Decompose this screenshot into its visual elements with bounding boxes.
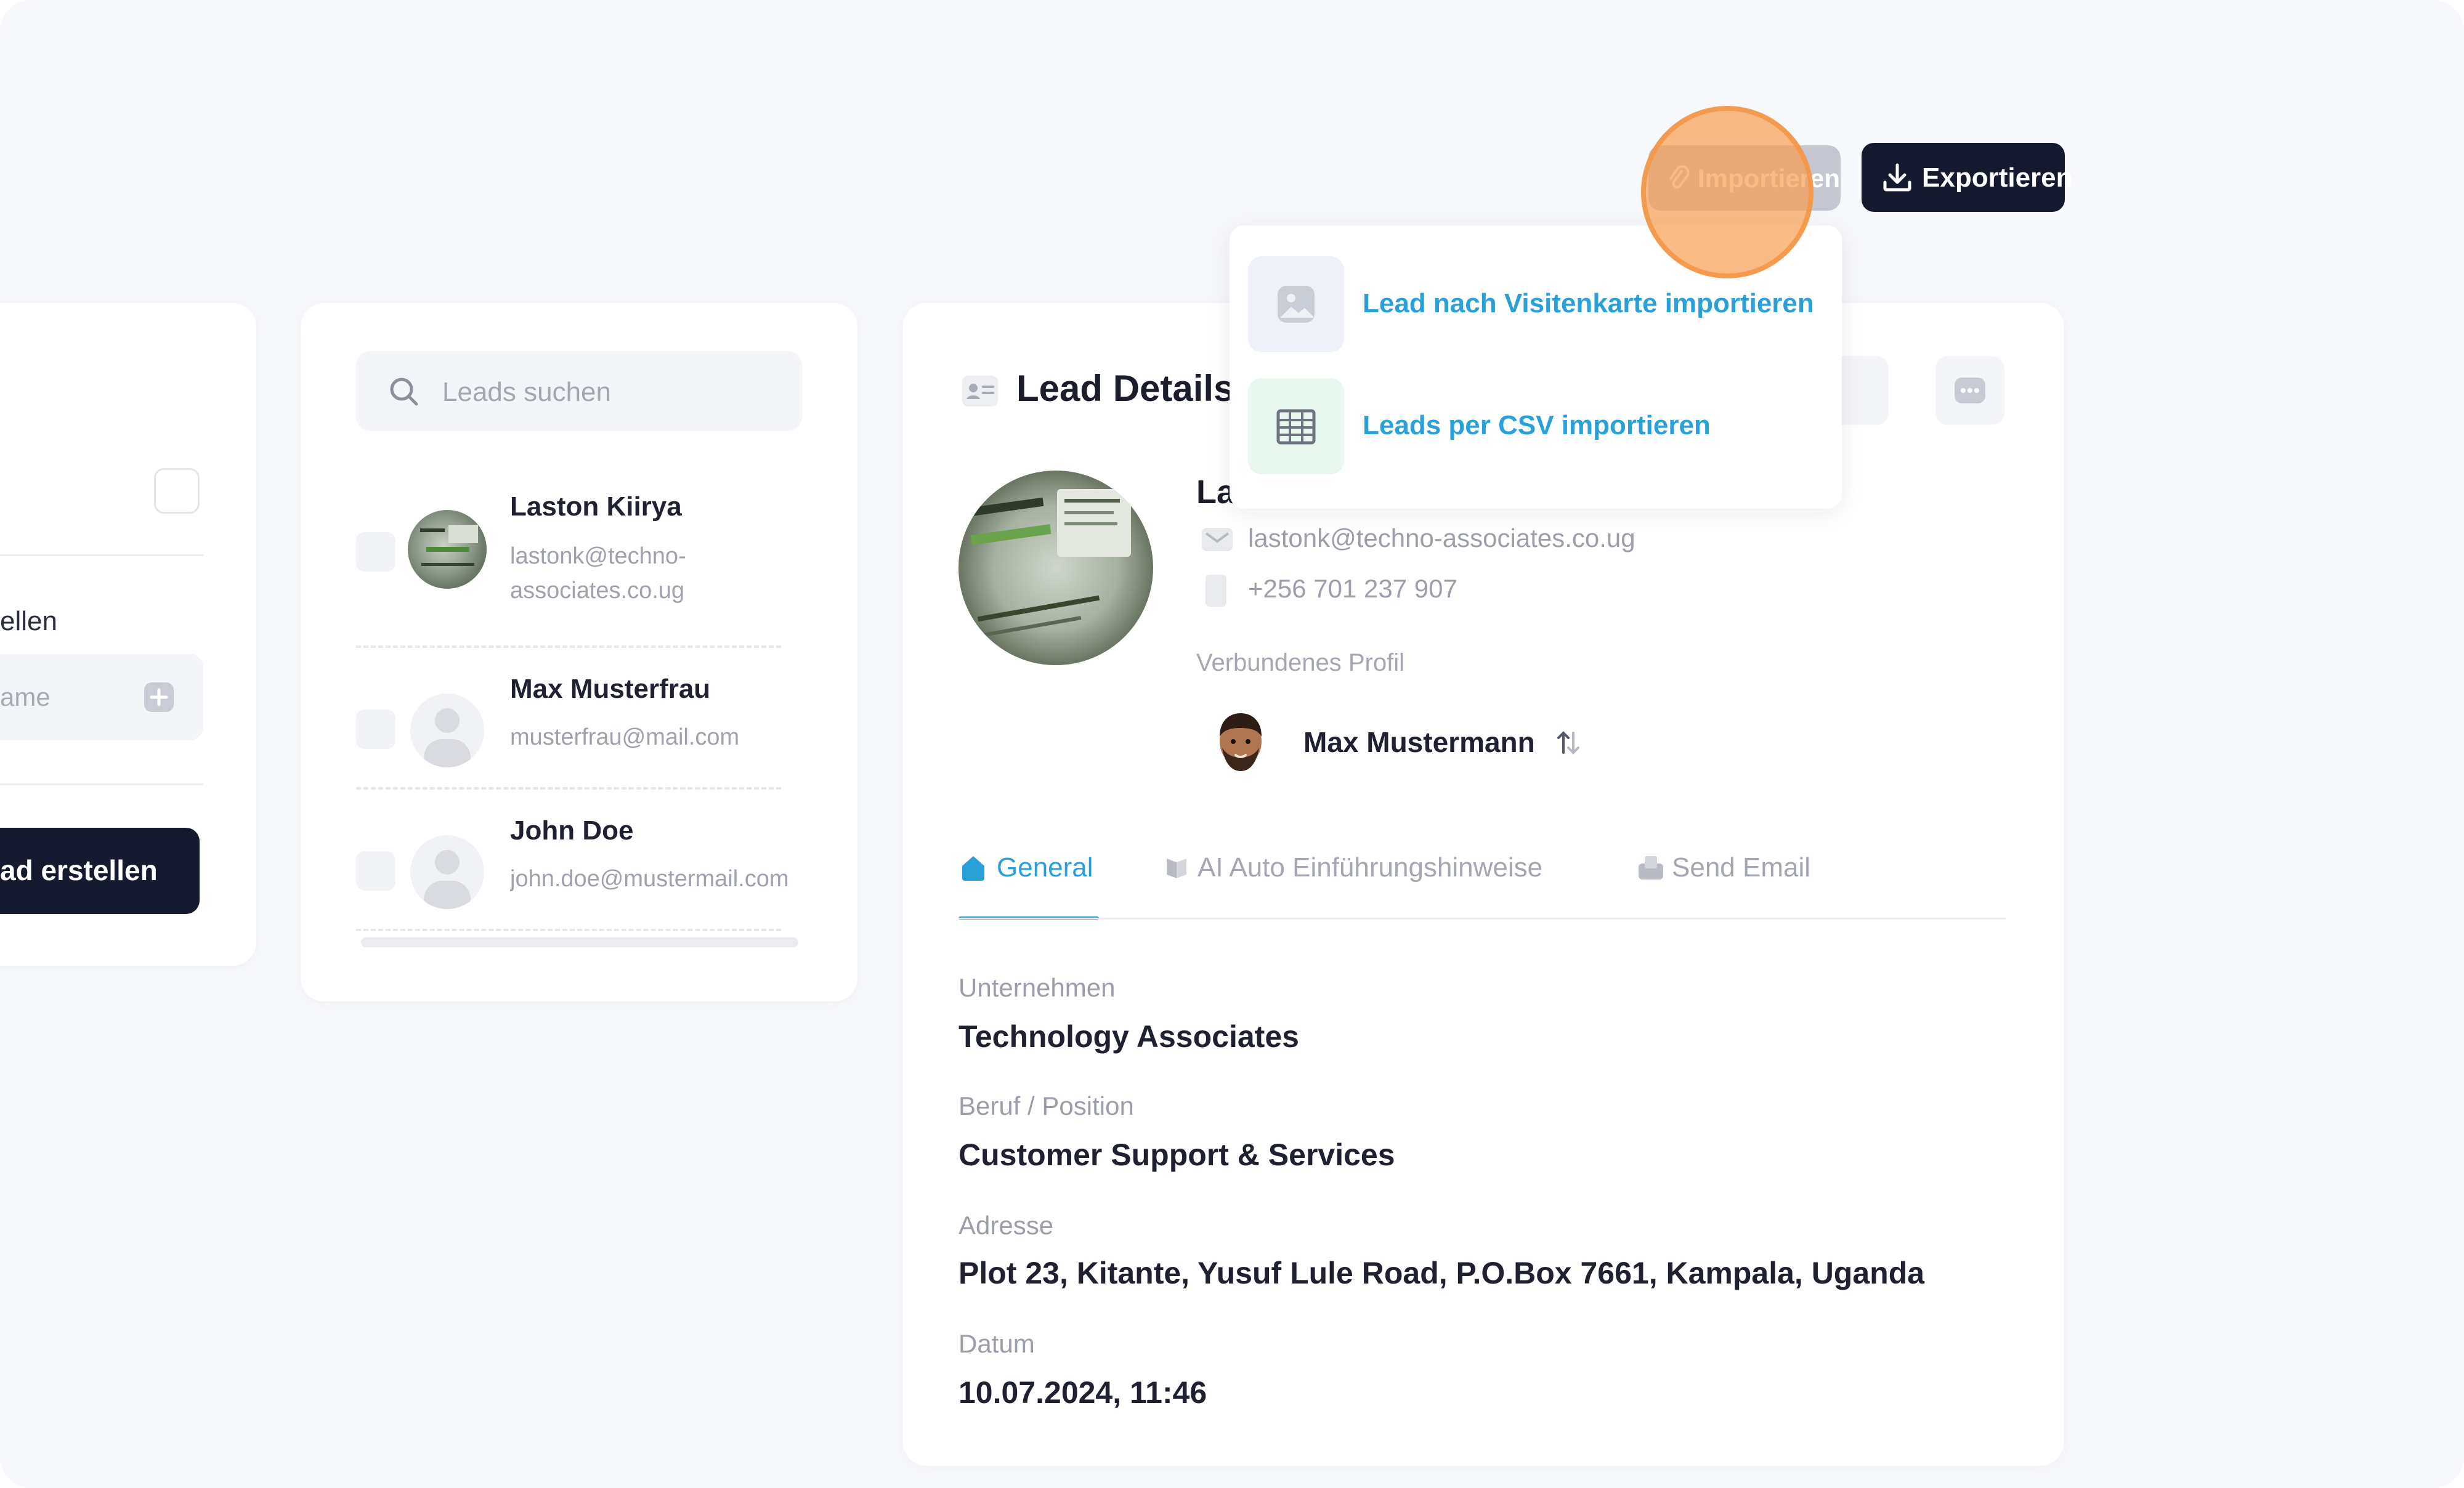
lead-name: John Doe <box>510 815 634 846</box>
name-input[interactable]: ame <box>0 654 203 740</box>
phone-icon <box>1205 574 1227 607</box>
tab-label: AI Auto Einführungshinweise <box>1198 852 1543 883</box>
export-button[interactable]: Exportieren <box>1862 143 2073 212</box>
swap-icon[interactable] <box>1556 728 1581 758</box>
connected-profile-name: Max Mustermann <box>1303 726 1535 758</box>
more-options-button[interactable] <box>1935 356 2004 425</box>
name-input-placeholder: ame <box>0 682 51 711</box>
field-value: Customer Support & Services <box>958 1138 1395 1172</box>
create-lead-panel: ellen ame ad erstellen <box>0 303 256 966</box>
field-label: Unternehmen <box>958 973 1116 1002</box>
field-label: Adresse <box>958 1211 1054 1240</box>
book-icon <box>1163 854 1190 881</box>
avatar <box>408 510 487 589</box>
list-item[interactable]: Laston Kiirya lastonk@techno- associates… <box>356 482 824 636</box>
lead-photo <box>958 471 1153 665</box>
add-icon[interactable] <box>143 681 175 713</box>
field-label: Datum <box>958 1329 1035 1358</box>
divider <box>0 783 203 785</box>
search-input[interactable]: Leads suchen <box>356 351 802 431</box>
field-value: Technology Associates <box>958 1019 1299 1054</box>
row-checkbox[interactable] <box>356 851 395 891</box>
menu-item-csv[interactable]: Leads per CSV importieren <box>1248 378 1827 474</box>
tabs-divider <box>958 918 2006 920</box>
create-lead-button[interactable]: ad erstellen <box>0 828 200 914</box>
row-checkbox[interactable] <box>356 710 395 749</box>
more-icon <box>1954 377 1986 404</box>
export-button-label: Exportieren <box>1922 163 2073 193</box>
avatar <box>410 693 484 767</box>
leads-list-panel: Leads suchen Laston Kiirya lastonk@techn… <box>301 303 857 1001</box>
panel-checkbox[interactable] <box>154 468 200 514</box>
lead-email: lastonk@techno- <box>510 543 686 569</box>
lead-phone: +256 701 237 907 <box>1248 574 1457 603</box>
section-label: ellen <box>0 606 57 636</box>
envelope-icon <box>1637 854 1664 881</box>
search-icon <box>388 376 420 408</box>
divider <box>0 554 203 556</box>
tab-label: General <box>997 852 1093 883</box>
lead-email: musterfrau@mail.com <box>510 724 740 750</box>
list-item[interactable]: Max Musterfrau musterfrau@mail.com <box>356 666 824 790</box>
create-lead-button-label: ad erstellen <box>0 854 158 886</box>
connected-profile[interactable]: Max Mustermann <box>1211 710 1605 783</box>
field-label: Beruf / Position <box>958 1091 1134 1120</box>
click-highlight <box>1641 106 1814 278</box>
download-icon <box>1881 161 1913 193</box>
page-title: Lead Details <box>1016 368 1234 409</box>
home-icon <box>958 852 988 882</box>
lead-name: Max Musterfrau <box>510 674 711 704</box>
table-icon <box>1248 378 1344 474</box>
lead-email-cont: associates.co.ug <box>510 578 685 604</box>
horizontal-scrollbar[interactable] <box>361 937 798 947</box>
mail-icon <box>1201 527 1233 552</box>
connected-profile-label: Verbundenes Profil <box>1196 649 1405 676</box>
list-item[interactable]: John Doe john.doe@mustermail.com <box>356 808 824 931</box>
divider <box>356 929 781 931</box>
lead-name: Laston Kiirya <box>510 491 682 522</box>
menu-item-label: Lead nach Visitenkarte importieren <box>1363 288 1814 318</box>
image-icon <box>1248 256 1344 352</box>
lead-email: lastonk@techno-associates.co.ug <box>1248 524 1635 552</box>
app-window: ellen ame ad erstellen Leads suchen Last… <box>0 0 2464 1488</box>
profile-avatar <box>1211 710 1270 774</box>
avatar <box>410 835 484 909</box>
row-checkbox[interactable] <box>356 532 395 572</box>
contact-card-icon <box>961 374 999 408</box>
menu-item-label: Leads per CSV importieren <box>1363 410 1711 440</box>
divider <box>356 645 781 648</box>
tab-label: Send Email <box>1672 852 1811 883</box>
divider <box>356 787 781 790</box>
field-value: 10.07.2024, 11:46 <box>958 1375 1207 1410</box>
search-placeholder: Leads suchen <box>442 377 611 407</box>
lead-email: john.doe@mustermail.com <box>510 866 789 892</box>
field-value: Plot 23, Kitante, Yusuf Lule Road, P.O.B… <box>958 1256 1925 1290</box>
